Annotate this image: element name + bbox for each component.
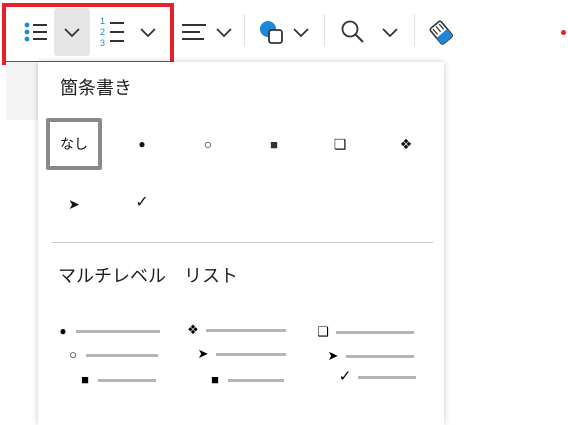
checkmark-icon: ✓ <box>338 368 352 385</box>
shadow-square-icon: ❑ <box>333 135 347 152</box>
align-icon <box>182 24 206 40</box>
bullet-option-hollow-circle[interactable]: ○ <box>180 118 236 170</box>
chevron-down-icon <box>64 28 80 38</box>
numbered-list-digit: 2 <box>100 27 105 37</box>
hollow-circle-icon: ○ <box>69 347 77 362</box>
filled-square-icon: ■ <box>211 372 219 387</box>
chevron-down-icon <box>382 28 398 38</box>
numbered-list-digit: 3 <box>100 38 105 48</box>
level-line <box>216 352 286 356</box>
search-icon <box>341 20 364 43</box>
chevron-down-icon <box>216 28 232 38</box>
bullet-list-button[interactable] <box>18 14 54 50</box>
bullet-option-diamond[interactable]: ❖ <box>378 118 434 170</box>
level-line <box>358 375 416 379</box>
bullet-list-icon <box>24 22 47 42</box>
chevron-down-icon <box>140 28 156 38</box>
level-line <box>98 378 156 382</box>
numbered-list-icon: 1 2 3 <box>100 16 124 48</box>
diamond-icon: ❖ <box>399 135 413 152</box>
filled-circle-icon: ● <box>59 324 67 338</box>
shapes-icon <box>260 21 283 44</box>
toolbar-separator <box>324 14 325 46</box>
chevron-down-icon <box>293 28 309 38</box>
align-button[interactable] <box>178 14 210 50</box>
eraser-button[interactable] <box>424 12 460 52</box>
bullet-option-checkmark[interactable]: ✓ <box>114 176 170 228</box>
multilevel-section-title: マルチレベル リスト <box>58 266 238 286</box>
search-button[interactable] <box>336 14 370 50</box>
level-line <box>346 354 414 358</box>
numbered-list-button[interactable]: 1 2 3 <box>96 12 130 52</box>
arrowhead-icon: ➤ <box>68 195 80 212</box>
bullet-list-dropdown-panel: 箇条書き なし ● ○ ■ ❑ ❖ ➤ ✓ マルチレベル リスト ● ○ ■ ❖… <box>38 62 444 425</box>
multilevel-list-option-2[interactable]: ❖ ➤ ■ <box>186 320 294 390</box>
arrowhead-icon: ➤ <box>327 348 339 363</box>
numbered-list-dropdown-button[interactable] <box>132 14 164 50</box>
level-line <box>86 353 158 357</box>
numbered-list-digit: 1 <box>100 16 105 26</box>
shapes-button[interactable] <box>254 14 288 50</box>
shadow-square-icon: ❑ <box>317 324 329 339</box>
bullet-list-dropdown-button[interactable] <box>54 8 90 56</box>
bullet-option-shadow-square[interactable]: ❑ <box>312 118 368 170</box>
diamond-icon: ❖ <box>187 322 199 337</box>
shapes-dropdown-button[interactable] <box>288 14 314 50</box>
toolbar-separator <box>414 14 415 46</box>
filled-circle-icon: ● <box>138 137 146 151</box>
align-dropdown-button[interactable] <box>212 14 236 50</box>
hollow-circle-icon: ○ <box>203 136 213 152</box>
arrowhead-icon: ➤ <box>197 346 209 361</box>
filled-square-icon: ■ <box>270 136 278 152</box>
checkmark-icon: ✓ <box>135 194 149 211</box>
notification-dot <box>561 30 566 35</box>
level-line <box>76 329 160 333</box>
search-dropdown-button[interactable] <box>376 14 404 50</box>
level-line <box>206 328 286 332</box>
level-line <box>336 330 414 334</box>
bullet-option-filled-square[interactable]: ■ <box>246 118 302 170</box>
bullet-option-arrowhead[interactable]: ➤ <box>46 178 102 230</box>
eraser-icon <box>429 20 454 45</box>
filled-square-icon: ■ <box>81 372 89 387</box>
toolbar-separator <box>244 14 245 46</box>
multilevel-list-option-3[interactable]: ❑ ➤ ✓ <box>316 320 424 390</box>
section-divider <box>52 242 433 243</box>
level-line <box>228 378 284 382</box>
toolbar: 1 2 3 <box>0 0 568 65</box>
bullet-option-none[interactable]: なし <box>46 118 102 170</box>
bullet-option-label: なし <box>60 136 88 152</box>
multilevel-list-option-1[interactable]: ● ○ ■ <box>52 320 160 390</box>
bullets-section-title: 箇条書き <box>60 78 132 98</box>
bullet-option-filled-circle[interactable]: ● <box>114 118 170 170</box>
